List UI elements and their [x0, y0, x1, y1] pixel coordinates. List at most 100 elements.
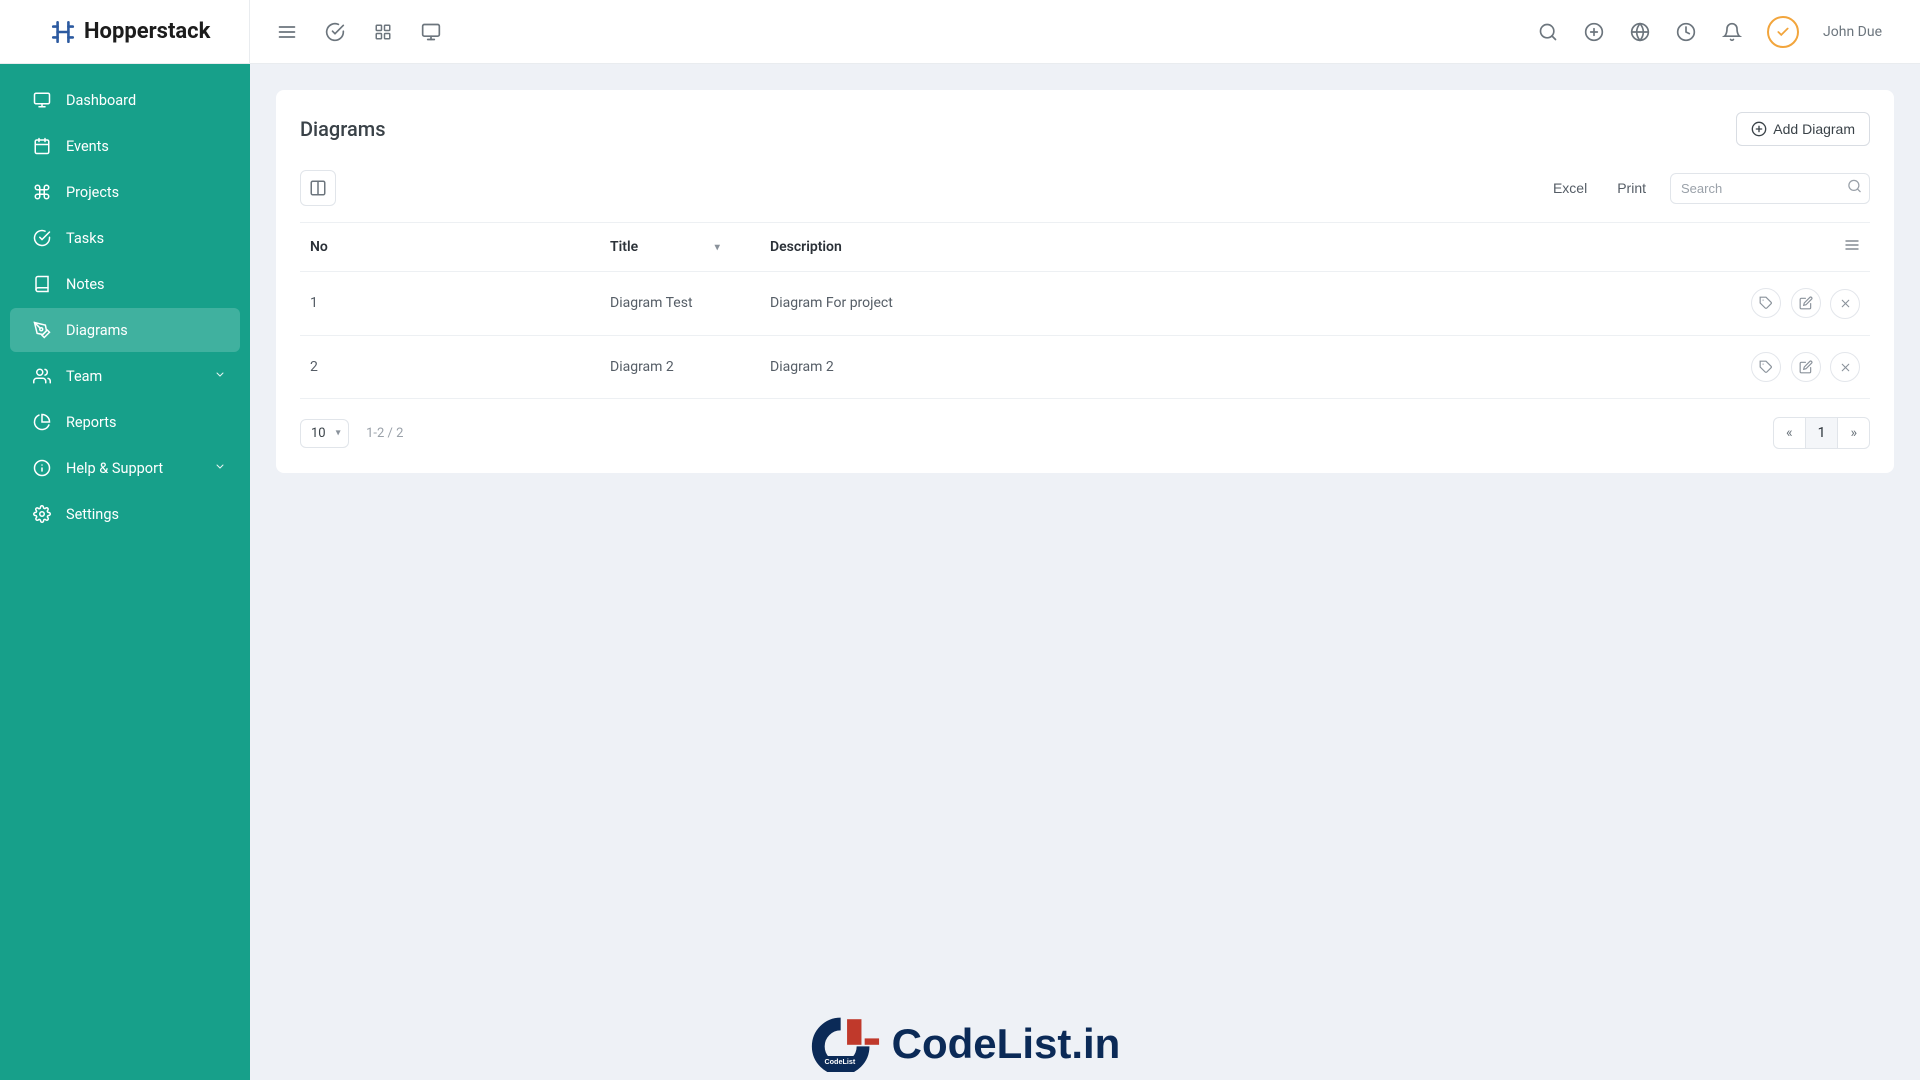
sidebar-item-label: Diagrams: [66, 322, 128, 339]
caret-down-icon: ▾: [336, 428, 341, 439]
plus-circle-icon[interactable]: [1583, 21, 1605, 43]
sidebar-item-label: Settings: [66, 506, 119, 523]
globe-icon[interactable]: [1629, 21, 1651, 43]
table-search: [1670, 173, 1870, 204]
col-description[interactable]: Description: [760, 223, 1735, 272]
sidebar-item-reports[interactable]: Reports: [10, 400, 240, 444]
tag-icon: [1759, 360, 1773, 374]
sidebar-item-label: Dashboard: [66, 92, 136, 109]
sidebar-item-tasks[interactable]: Tasks: [10, 216, 240, 260]
cell-description: Diagram For project: [760, 272, 1735, 336]
book-icon: [32, 274, 52, 294]
topbar-left: [250, 21, 442, 43]
chevron-down-icon: [214, 368, 226, 385]
columns-icon: [309, 179, 327, 197]
pie-chart-icon: [32, 412, 52, 432]
pager-page-current[interactable]: 1: [1806, 418, 1839, 448]
table-row: 2 Diagram 2 Diagram 2: [300, 335, 1870, 399]
columns-toggle-button[interactable]: [300, 170, 336, 206]
chevron-down-icon: [214, 460, 226, 477]
tag-icon: [1759, 296, 1773, 310]
info-icon: [32, 458, 52, 478]
search-icon[interactable]: [1537, 21, 1559, 43]
pager-next[interactable]: »: [1838, 418, 1869, 448]
avatar[interactable]: [1767, 16, 1799, 48]
content-card: Diagrams Add Diagram Excel Print: [276, 90, 1894, 473]
monitor-icon: [32, 90, 52, 110]
cell-description: Diagram 2: [760, 335, 1735, 399]
sidebar-item-diagrams[interactable]: Diagrams: [10, 308, 240, 352]
range-text: 1-2 / 2: [366, 426, 403, 441]
sidebar-item-label: Events: [66, 138, 109, 155]
close-icon: [1839, 297, 1852, 310]
page-title: Diagrams: [300, 117, 386, 141]
delete-button[interactable]: [1830, 352, 1860, 382]
calendar-icon: [32, 136, 52, 156]
username[interactable]: John Due: [1823, 24, 1882, 40]
pager: « 1 »: [1773, 417, 1870, 449]
search-icon: [1847, 179, 1862, 198]
gear-icon: [32, 504, 52, 524]
perpage-value: 10: [311, 426, 326, 441]
topbar-right: John Due: [1537, 16, 1900, 48]
col-no[interactable]: No: [300, 223, 600, 272]
avatar-check-icon: [1776, 25, 1790, 39]
brand-name: Hopperstack: [84, 19, 210, 44]
main: Diagrams Add Diagram Excel Print: [250, 64, 1920, 1080]
close-icon: [1839, 361, 1852, 374]
plus-circle-icon: [1751, 121, 1767, 137]
diagrams-table: No Title ▾ Description: [300, 222, 1870, 399]
edit-icon: [1799, 296, 1813, 310]
sidebar-item-dashboard[interactable]: Dashboard: [10, 78, 240, 122]
sidebar-item-label: Notes: [66, 276, 105, 293]
print-button[interactable]: Print: [1611, 174, 1652, 202]
delete-button[interactable]: [1830, 289, 1860, 319]
cell-no[interactable]: 2: [300, 335, 600, 399]
monitor-icon[interactable]: [420, 21, 442, 43]
sidebar-item-label: Reports: [66, 414, 117, 431]
tag-button[interactable]: [1751, 288, 1781, 318]
sidebar-item-label: Help & Support: [66, 460, 163, 477]
add-diagram-label: Add Diagram: [1773, 121, 1855, 137]
check-circle-icon: [32, 228, 52, 248]
edit-icon: [1799, 360, 1813, 374]
cell-no[interactable]: 1: [300, 272, 600, 336]
sidebar-item-label: Projects: [66, 184, 119, 201]
sidebar: Dashboard Events Projects Tasks Notes Di…: [0, 64, 250, 1080]
table-footer: 10 ▾ 1-2 / 2 « 1 »: [300, 399, 1870, 449]
clock-icon[interactable]: [1675, 21, 1697, 43]
add-diagram-button[interactable]: Add Diagram: [1736, 112, 1870, 146]
sort-caret-icon: ▾: [715, 242, 720, 253]
search-input[interactable]: [1670, 173, 1870, 204]
pager-prev[interactable]: «: [1774, 418, 1806, 448]
sidebar-item-events[interactable]: Events: [10, 124, 240, 168]
command-icon: [32, 182, 52, 202]
logo[interactable]: Hopperstack: [0, 0, 250, 64]
tag-button[interactable]: [1751, 352, 1781, 382]
logo-icon: [50, 19, 76, 45]
perpage-select[interactable]: 10 ▾: [300, 419, 349, 448]
check-circle-icon[interactable]: [324, 21, 346, 43]
menu-icon[interactable]: [276, 21, 298, 43]
sidebar-item-team[interactable]: Team: [10, 354, 240, 398]
users-icon: [32, 366, 52, 386]
sidebar-item-settings[interactable]: Settings: [10, 492, 240, 536]
table-row: 1 Diagram Test Diagram For project: [300, 272, 1870, 336]
cell-title[interactable]: Diagram 2: [600, 335, 760, 399]
sidebar-item-label: Team: [66, 368, 102, 385]
sidebar-item-help[interactable]: Help & Support: [10, 446, 240, 490]
topbar: Hopperstack: [0, 0, 1920, 64]
pen-tool-icon: [32, 320, 52, 340]
col-title[interactable]: Title ▾: [600, 223, 760, 272]
apps-grid-icon[interactable]: [372, 21, 394, 43]
edit-button[interactable]: [1791, 352, 1821, 382]
sidebar-item-label: Tasks: [66, 230, 104, 247]
cell-title[interactable]: Diagram Test: [600, 272, 760, 336]
bell-icon[interactable]: [1721, 21, 1743, 43]
sidebar-item-projects[interactable]: Projects: [10, 170, 240, 214]
column-menu-icon[interactable]: [1844, 241, 1860, 257]
table-toolbar: Excel Print: [300, 164, 1870, 222]
sidebar-item-notes[interactable]: Notes: [10, 262, 240, 306]
edit-button[interactable]: [1791, 288, 1821, 318]
excel-button[interactable]: Excel: [1547, 174, 1593, 202]
